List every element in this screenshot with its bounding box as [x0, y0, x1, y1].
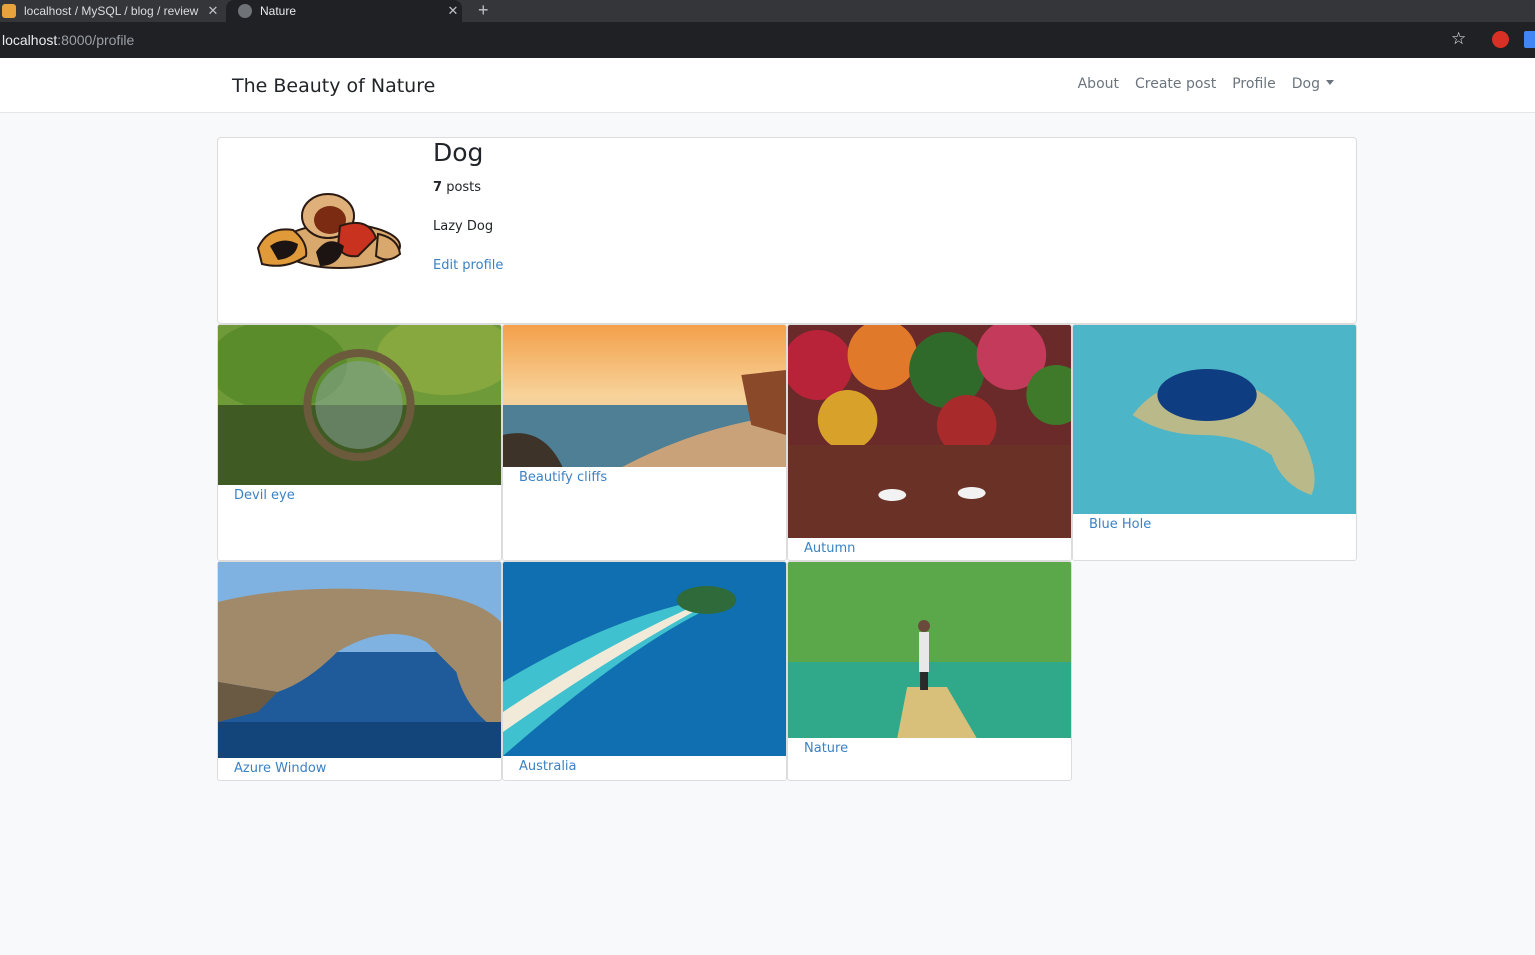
- post-title[interactable]: Azure Window: [234, 761, 326, 776]
- post-card[interactable]: Australia: [502, 561, 787, 781]
- extension-icon[interactable]: [1492, 31, 1509, 48]
- nav-link-profile[interactable]: Profile: [1232, 76, 1276, 92]
- profile-post-count: 7 posts: [433, 180, 481, 195]
- post-title[interactable]: Devil eye: [234, 488, 295, 503]
- caret-down-icon: [1326, 80, 1334, 85]
- post-title[interactable]: Nature: [804, 741, 848, 756]
- tab-title: Nature: [260, 4, 297, 18]
- browser-address-bar: localhost:8000/profile: [0, 22, 1535, 58]
- post-count-label: posts: [446, 180, 482, 195]
- extension-icon[interactable]: [1524, 31, 1535, 48]
- post-card[interactable]: Autumn: [787, 324, 1072, 561]
- post-image-nature: [788, 562, 1071, 738]
- post-title[interactable]: Blue Hole: [1089, 517, 1151, 532]
- user-menu-label: Dog: [1291, 76, 1320, 92]
- edit-profile-link[interactable]: Edit profile: [433, 258, 503, 273]
- url-path: :8000/profile: [57, 32, 135, 48]
- bookmark-star-icon[interactable]: ☆: [1451, 29, 1466, 49]
- user-menu-dropdown[interactable]: Dog: [1292, 76, 1334, 92]
- nav-links: About Create post Profile Dog: [1078, 76, 1334, 92]
- post-image-blue-hole: [1073, 325, 1356, 514]
- post-image-beautify-cliffs: [503, 325, 786, 467]
- post-card[interactable]: Beautify cliffs: [502, 324, 787, 561]
- url-input[interactable]: localhost:8000/profile: [0, 26, 1480, 54]
- browser-tab-active[interactable]: Nature ✕: [226, 0, 462, 22]
- post-card[interactable]: Nature: [787, 561, 1072, 781]
- tab-title: localhost / MySQL / blog / review: [24, 4, 199, 18]
- browser-tab[interactable]: localhost / MySQL / blog / review ✕: [0, 0, 222, 22]
- post-image-azure-window: [218, 562, 501, 758]
- profile-username: Dog: [433, 138, 484, 167]
- nav-link-about[interactable]: About: [1078, 76, 1119, 92]
- url-host: localhost: [2, 32, 58, 48]
- post-title[interactable]: Australia: [519, 759, 577, 774]
- globe-favicon-icon: [238, 4, 252, 18]
- profile-bio: Lazy Dog: [433, 219, 494, 234]
- site-brand[interactable]: The Beauty of Nature: [232, 75, 435, 97]
- post-card[interactable]: Devil eye: [217, 324, 502, 561]
- post-count-value: 7: [433, 180, 443, 195]
- post-card[interactable]: Azure Window: [217, 561, 502, 781]
- post-image-devil-eye: [218, 325, 501, 485]
- site-navbar: The Beauty of Nature About Create post P…: [0, 58, 1535, 113]
- avatar: [256, 193, 402, 269]
- phpmyadmin-favicon-icon: [2, 4, 16, 18]
- new-tab-icon[interactable]: +: [478, 0, 489, 22]
- close-tab-icon[interactable]: ✕: [444, 3, 462, 19]
- post-card[interactable]: Blue Hole: [1072, 324, 1357, 561]
- profile-card: Dog 7 posts Lazy Dog Edit profile: [217, 137, 1357, 324]
- post-image-autumn: [788, 325, 1071, 538]
- post-title[interactable]: Autumn: [804, 541, 855, 556]
- nav-link-create-post[interactable]: Create post: [1135, 76, 1216, 92]
- close-tab-icon[interactable]: ✕: [204, 3, 222, 19]
- post-title[interactable]: Beautify cliffs: [519, 470, 607, 485]
- post-image-australia: [503, 562, 786, 756]
- browser-tab-bar: localhost / MySQL / blog / review ✕ Natu…: [0, 0, 1535, 22]
